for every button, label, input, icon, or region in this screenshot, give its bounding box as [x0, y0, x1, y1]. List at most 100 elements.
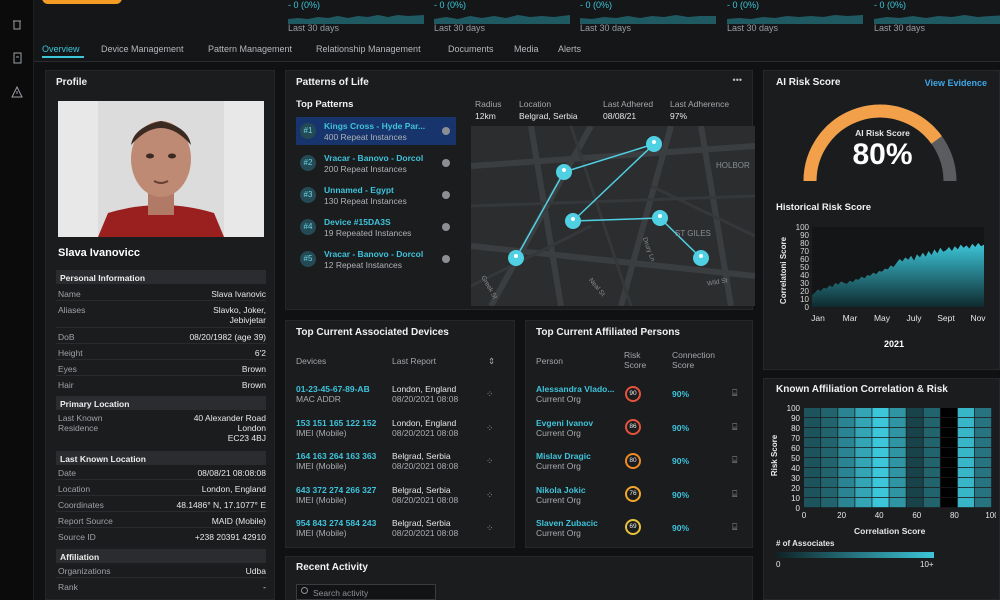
org-chart-icon[interactable]: ⌸	[732, 422, 737, 433]
device-row[interactable]: 954 843 274 584 243 IMEI (Mobile)	[296, 518, 376, 538]
heatmap-cell	[940, 458, 958, 468]
location-value: Belgrad, Serbia	[519, 111, 578, 121]
heatmap-cell	[838, 478, 855, 488]
heatmap-ylabel: Risk Score	[770, 434, 780, 477]
org-chart-icon[interactable]: ⌸	[732, 489, 737, 500]
stat-card: - 0 (0%) Last 30 days	[580, 0, 720, 40]
x-tick-label: 0	[802, 511, 807, 520]
org-chart-icon[interactable]: ⌸	[732, 455, 737, 466]
sort-icon[interactable]: ⇕	[488, 356, 495, 367]
arrow-right-icon[interactable]	[442, 191, 450, 199]
arrow-right-icon[interactable]	[442, 223, 450, 231]
pattern-title: Vracar - Banovo - Dorcol	[324, 249, 424, 259]
pattern-item[interactable]: #5 Vracar - Banovo - Dorcol 12 Repeat Inst…	[296, 245, 456, 273]
person-org: Current Org	[536, 528, 581, 538]
device-id[interactable]: 153 151 165 122 152	[296, 418, 376, 428]
divider	[56, 375, 266, 376]
trash-icon[interactable]	[11, 18, 23, 30]
device-id[interactable]: 164 163 264 163 363	[296, 451, 376, 461]
pattern-rank: #1	[300, 123, 316, 139]
map-label: ST GILES	[675, 229, 711, 238]
sparkline	[580, 15, 716, 24]
pattern-rank: #3	[300, 187, 316, 203]
tab-device-management[interactable]: Device Management	[101, 44, 184, 54]
more-menu-icon[interactable]: •••	[733, 75, 742, 85]
col-header-connection: Connection Score	[672, 350, 716, 370]
tab-documents[interactable]: Documents	[448, 44, 494, 54]
pattern-title: Kings Cross - Hyde Par...	[324, 121, 426, 131]
row-key: Location	[58, 484, 91, 494]
person-name[interactable]: Mislav Dragic	[536, 451, 591, 461]
network-icon[interactable]: ⁘	[486, 423, 494, 434]
divider	[56, 577, 266, 578]
person-name[interactable]: Nikola Jokic	[536, 485, 586, 495]
pattern-rank: #2	[300, 155, 316, 171]
heatmap-cell	[804, 458, 821, 468]
heatmap-cell	[821, 478, 838, 488]
device-id[interactable]: 01-23-45-67-89-AB	[296, 384, 370, 394]
panel-title: Recent Activity	[296, 562, 368, 573]
pattern-map[interactable]: HOLBOR ST GILES Drury Ln Neal St Wild St…	[471, 126, 755, 306]
arrow-right-icon[interactable]	[442, 255, 450, 263]
search-input[interactable]: Search activity	[296, 584, 436, 600]
y-tick-label: 70	[791, 434, 800, 443]
heatmap-cell	[974, 428, 992, 438]
ai-risk-panel: AI Risk Score View Evidence AI Risk Scor…	[763, 70, 1000, 370]
row-value: 48.1486° N, 17.1077° E	[176, 500, 266, 510]
tab-overview[interactable]: Overview	[42, 44, 80, 54]
pattern-item[interactable]: #4 Device #15DA3S 19 Repeated Instances	[296, 213, 456, 241]
org-chart-icon[interactable]: ⌸	[732, 522, 737, 533]
device-id[interactable]: 643 372 274 266 327	[296, 485, 376, 495]
row-key: Report Source	[58, 516, 113, 526]
person-row[interactable]: Evgeni Ivanov Current Org	[536, 418, 593, 438]
network-icon[interactable]: ⁘	[486, 523, 494, 534]
y-tick-label: 30	[791, 474, 800, 483]
network-icon[interactable]: ⁘	[486, 389, 494, 400]
y-tick-label: 50	[800, 263, 809, 272]
report-location: Belgrad, Serbia	[392, 485, 451, 495]
historical-area-chart: 0102030405060708090100 Jan Mar May July Sept N…	[796, 223, 987, 323]
divider	[56, 495, 266, 496]
network-icon[interactable]: ⁘	[486, 456, 494, 467]
pattern-item[interactable]: #1 Kings Cross - Hyde Par... 400 Repeat In…	[296, 117, 456, 145]
tab-alerts[interactable]: Alerts	[558, 44, 581, 54]
person-name[interactable]: Alessandra Vlado...	[536, 384, 614, 394]
device-row[interactable]: 01-23-45-67-89-AB MAC ADDR	[296, 384, 370, 404]
heatmap-cell	[974, 408, 992, 418]
document-icon[interactable]	[11, 52, 23, 64]
person-row[interactable]: Nikola Jokic Current Org	[536, 485, 586, 505]
heatmap-cell	[855, 418, 872, 428]
view-evidence-link[interactable]: View Evidence	[925, 78, 987, 88]
tab-media[interactable]: Media	[514, 44, 539, 54]
person-row[interactable]: Mislav Dragic Current Org	[536, 451, 591, 471]
arrow-right-icon[interactable]	[442, 159, 450, 167]
sparkline	[288, 15, 424, 24]
search-icon	[301, 587, 308, 594]
network-icon[interactable]: ⁘	[486, 490, 494, 501]
x-tick-label: July	[906, 313, 922, 323]
device-id[interactable]: 954 843 274 584 243	[296, 518, 376, 528]
heatmap-cell	[889, 448, 906, 458]
heatmap-cell	[821, 458, 838, 468]
heatmap-cell	[872, 408, 889, 418]
heatmap-cell	[838, 418, 855, 428]
tab-relationship-management[interactable]: Relationship Management	[316, 44, 421, 54]
warning-icon[interactable]	[11, 85, 23, 98]
tab-pattern-management[interactable]: Pattern Management	[208, 44, 292, 54]
pattern-item[interactable]: #3 Unnamed - Egypt 130 Repeat Instances	[296, 181, 456, 209]
device-row[interactable]: 153 151 165 122 152 IMEI (Mobile)	[296, 418, 376, 438]
divider	[56, 343, 266, 344]
gauge-label: AI Risk Score	[855, 128, 910, 138]
device-row[interactable]: 164 163 264 163 363 IMEI (Mobile)	[296, 451, 376, 471]
arrow-right-icon[interactable]	[442, 127, 450, 135]
y-tick-label: 50	[791, 454, 800, 463]
x-tick-label: Sept	[937, 313, 955, 323]
person-name[interactable]: Evgeni Ivanov	[536, 418, 593, 428]
sparkline	[434, 15, 570, 24]
device-row[interactable]: 643 372 274 266 327 IMEI (Mobile)	[296, 485, 376, 505]
pattern-item[interactable]: #2 Vracar - Banovo - Dorcol 200 Repeat Ins…	[296, 149, 456, 177]
person-row[interactable]: Slaven Zubacic Current Org	[536, 518, 598, 538]
person-row[interactable]: Alessandra Vlado... Current Org	[536, 384, 614, 404]
org-chart-icon[interactable]: ⌸	[732, 388, 737, 399]
person-name[interactable]: Slaven Zubacic	[536, 518, 598, 528]
